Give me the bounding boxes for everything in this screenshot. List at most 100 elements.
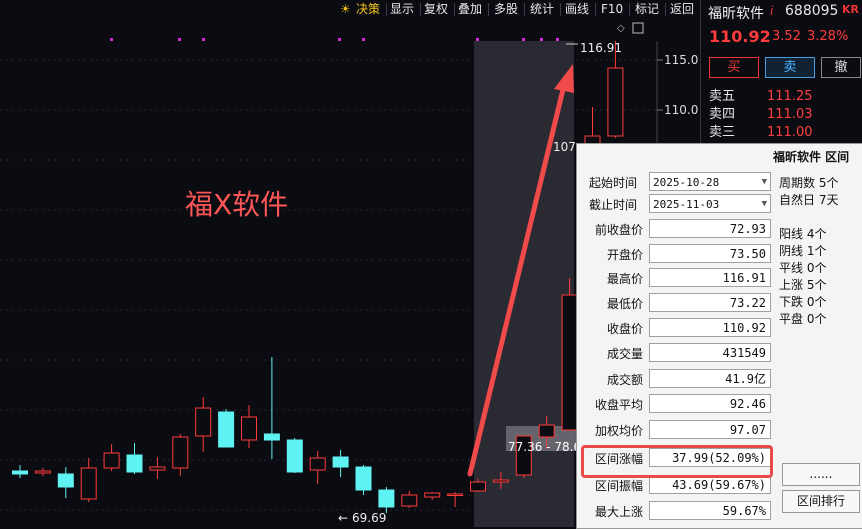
candle-body: [241, 416, 257, 441]
candle[interactable]: [241, 405, 257, 448]
candle[interactable]: [378, 487, 395, 514]
candle-body: [80, 467, 97, 500]
stat-value-field: 92.46: [649, 394, 771, 413]
candle[interactable]: [195, 397, 212, 452]
highlight-box: [581, 445, 773, 478]
candle[interactable]: [34, 468, 51, 476]
candle[interactable]: [332, 450, 349, 477]
candle-body: [103, 452, 120, 469]
toolbar-overlay[interactable]: 叠加: [458, 1, 482, 18]
price-change-pct: 3.28%: [807, 29, 849, 44]
stock-info-icon[interactable]: i: [770, 4, 773, 18]
range-price-label: 77.36 - 78.6: [508, 440, 581, 454]
start-date-picker[interactable]: 2025-10-28 ▼: [649, 172, 771, 191]
more-button[interactable]: ......: [782, 463, 860, 486]
restore-icon[interactable]: [632, 22, 644, 34]
candle[interactable]: [172, 434, 189, 476]
price-change: 3.52: [772, 29, 801, 44]
signal-marker: [338, 38, 341, 41]
candle-body: [607, 67, 624, 137]
signal-marker: [522, 38, 525, 41]
stat-label: 收盘平均: [594, 398, 643, 412]
signal-marker: [556, 38, 559, 41]
toolbar-back[interactable]: 返回: [670, 1, 694, 18]
orderbook-row: 卖四 111.03: [709, 103, 813, 122]
orderbook-label: 卖三: [709, 125, 736, 140]
stat-flat-candles: 平线 0个: [779, 261, 827, 275]
candle[interactable]: [401, 491, 418, 508]
stat-label: 收盘价: [606, 322, 643, 336]
high-price-label: 116.91: [580, 41, 622, 55]
candle-body: [34, 470, 51, 474]
toolbar-multi[interactable]: 多股: [494, 1, 518, 18]
interval-rank-button[interactable]: 区间排行: [782, 490, 860, 513]
toolbar-draw[interactable]: 画线: [565, 1, 589, 18]
stat-label: 最大上涨: [594, 505, 643, 519]
end-date-picker[interactable]: 2025-11-03 ▼: [649, 194, 771, 213]
orderbook-label: 卖四: [709, 107, 736, 122]
start-date-value: 2025-10-28: [653, 176, 720, 189]
toolbar-adjust[interactable]: 复权: [424, 1, 448, 18]
stat-label: 最高价: [606, 272, 643, 286]
stat-label: 前收盘价: [594, 223, 643, 237]
candle[interactable]: [286, 438, 303, 473]
stock-name[interactable]: 福昕软件: [708, 3, 764, 23]
candle[interactable]: [126, 443, 143, 474]
last-price: 110.92: [709, 27, 771, 46]
candle-body: [492, 479, 509, 483]
chevron-down-icon[interactable]: ▼: [762, 173, 767, 192]
chevron-down-icon[interactable]: ▼: [762, 195, 767, 214]
signal-marker: [202, 38, 205, 41]
candle[interactable]: [218, 409, 235, 448]
stat-label: 区间振幅: [594, 479, 643, 493]
candle[interactable]: [447, 492, 464, 507]
toolbar-display[interactable]: 显示: [390, 1, 414, 18]
stat-value-field: 116.91: [649, 268, 771, 287]
buy-button[interactable]: 买: [709, 57, 759, 78]
candle[interactable]: [263, 357, 280, 459]
candle-body: [126, 454, 143, 473]
decision-icon[interactable]: ☀: [340, 1, 351, 18]
orderbook-row: 卖五 111.25: [709, 85, 813, 104]
candle-body: [332, 456, 349, 468]
cancel-button[interactable]: 撤: [821, 57, 861, 78]
orderbook-row: 卖三 111.00: [709, 121, 813, 140]
candle-body: [12, 470, 28, 475]
candle-body: [309, 457, 326, 471]
stat-label: 加权均价: [594, 424, 643, 438]
candle-body: [149, 466, 166, 471]
candle[interactable]: [80, 458, 97, 502]
candle-body: [470, 481, 486, 492]
stat-value-field: 73.50: [649, 244, 771, 263]
toolbar-f10[interactable]: F10: [601, 1, 623, 18]
toolbar-divider: [454, 3, 455, 16]
candle-body: [424, 492, 441, 498]
signal-marker: [178, 38, 181, 41]
toolbar-divider: [560, 3, 561, 16]
stat-label: 成交量: [606, 347, 643, 361]
candle[interactable]: [355, 465, 372, 495]
candle[interactable]: [103, 444, 120, 471]
candle-body: [378, 489, 395, 508]
toolbar-stats[interactable]: 统计: [530, 1, 554, 18]
candle[interactable]: [607, 40, 624, 138]
stat-label: 最低价: [606, 297, 643, 311]
stat-natural-days: 自然日 7天: [779, 193, 839, 207]
toolbar-divider: [386, 3, 387, 16]
candle[interactable]: [12, 465, 28, 478]
candle[interactable]: [57, 467, 74, 498]
candle[interactable]: [424, 492, 441, 500]
stat-falling: 下跌 0个: [779, 295, 827, 309]
annotation-text: 福X软件: [185, 188, 289, 221]
stat-value-field: 72.93: [649, 219, 771, 238]
signal-marker: [540, 38, 543, 41]
candle-body: [195, 407, 212, 437]
candle-body: [561, 294, 578, 431]
candle[interactable]: [309, 451, 326, 484]
partial-price-label: 107: [553, 140, 576, 154]
diamond-icon[interactable]: ◇: [617, 23, 625, 34]
sell-button[interactable]: 卖: [765, 57, 815, 78]
toolbar-decision[interactable]: 决策: [356, 1, 380, 18]
toolbar-mark[interactable]: 标记: [635, 1, 659, 18]
candle[interactable]: [561, 278, 578, 431]
